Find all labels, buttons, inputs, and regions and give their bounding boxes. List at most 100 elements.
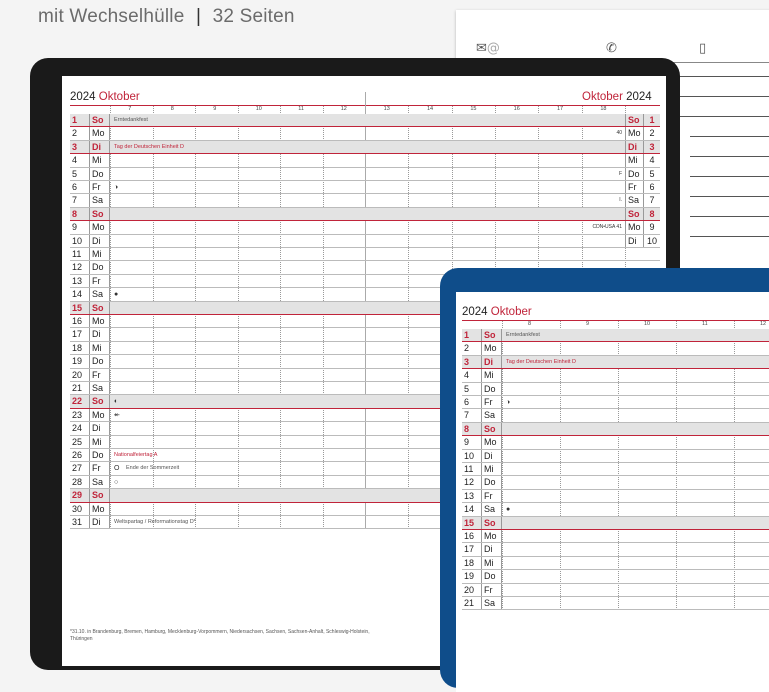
day-number: 23 (70, 408, 90, 422)
month-label: Oktober (490, 306, 532, 318)
day-number: 31 (70, 516, 90, 529)
contact-ruled-line (690, 216, 769, 217)
year-label: 2024 (626, 91, 652, 103)
weekday: Di (90, 140, 110, 154)
footnote: *31.10. in Brandenburg, Bremen, Hamburg,… (70, 629, 370, 642)
weekday: Do (90, 449, 110, 462)
year-label: 2024 (70, 91, 96, 103)
weekday: Mi (90, 435, 110, 448)
contact-ruled-line (690, 196, 769, 197)
day-number: 1 (70, 114, 90, 127)
weekday: Di (90, 234, 110, 247)
day-number: 19 (70, 355, 90, 368)
day-row: 1 So Erntedankfest So 1 (70, 114, 660, 128)
day-row: 4 Mi (462, 369, 769, 383)
day-row: 12 Do (462, 476, 769, 490)
weekday: Sa (90, 382, 110, 395)
hour-label: 8 (170, 106, 174, 112)
day-number-right: 6 (643, 181, 660, 194)
day-number: 21 (462, 597, 482, 610)
weekday-right: Sa (625, 194, 643, 207)
day-number-right: 2 (643, 127, 660, 140)
week-marker: F (618, 170, 622, 177)
weekday: Sa (482, 503, 502, 516)
day-number: 15 (462, 516, 482, 529)
tablet-blue: 2024 Oktober 8 9 10 11 12 1 So Erntedankfest 2 Mo… (440, 268, 769, 692)
day-row: 3 Di Tag der Deutschen Einheit D Di 3 (70, 140, 660, 155)
weekday: So (90, 301, 110, 314)
weekday: Fr (90, 368, 110, 381)
title-separator: | (195, 6, 202, 27)
right-month-title: Oktober 2024 (582, 91, 652, 103)
day-number: 11 (462, 463, 482, 476)
day-number: 3 (70, 140, 90, 154)
hour-label: 16 (513, 106, 520, 112)
contact-header: ✉@ ✆ ▯ (456, 10, 769, 63)
weekday: Do (90, 167, 110, 180)
weekday: So (90, 114, 110, 127)
moon-symbol: ○ (114, 478, 119, 486)
weekday: So (482, 516, 502, 529)
pages-text: 32 Seiten (212, 6, 295, 27)
weekday: Mo (90, 315, 110, 328)
moon-symbol: ● (506, 506, 511, 514)
weekday: Mo (90, 408, 110, 422)
day-row: 5 Do Do 5 F (70, 167, 660, 181)
day-row: 13 Fr (462, 489, 769, 504)
contact-ruled-line (690, 136, 769, 137)
day-number: 22 (70, 395, 90, 408)
weekday: Do (482, 570, 502, 583)
mobile-icon: ▯ (699, 41, 707, 56)
day-number: 13 (462, 489, 482, 503)
weekday: Mo (90, 502, 110, 515)
week-marker: CDN•USA 41 (592, 224, 622, 231)
day-number: 14 (462, 503, 482, 516)
day-number: 12 (462, 476, 482, 489)
weekday-right: So (625, 114, 643, 127)
weekday: Sa (90, 288, 110, 301)
day-row: 14 Sa ● (462, 503, 769, 517)
day-number: 21 (70, 382, 90, 395)
day-number: 1 (462, 329, 482, 342)
day-row: 7 Sa Sa 7 I. (70, 194, 660, 208)
day-number: 19 (462, 570, 482, 583)
day-row: 9 Mo Mo 9 CDN•USA 41 (70, 221, 660, 235)
mail-icon: ✉@ (476, 41, 500, 56)
day-row: 1 So Erntedankfest (462, 329, 769, 343)
hour-label: 15 (470, 106, 477, 112)
hour-label: 11 (298, 106, 304, 112)
hour-label: 12 (340, 106, 347, 112)
weekday: Mi (482, 556, 502, 570)
day-number: 8 (462, 422, 482, 436)
day-number: 5 (70, 167, 90, 180)
weekday: Fr (482, 396, 502, 409)
day-number-right: 3 (643, 140, 660, 154)
event-label: Erntedankfest (114, 117, 148, 123)
day-row: 10 Di Di 10 (70, 234, 660, 248)
moon-symbol: ◑ (506, 399, 511, 406)
weekday: Di (482, 543, 502, 556)
day-row: 8 So So 8 (70, 207, 660, 222)
day-number: 18 (462, 556, 482, 570)
day-row: 16 Mo (462, 530, 769, 544)
hour-label: 12 (760, 321, 767, 327)
weekday: Mi (482, 463, 502, 476)
day-number: 6 (462, 396, 482, 409)
day-number: 15 (70, 301, 90, 314)
day-row: 10 Di (462, 449, 769, 463)
hour-label: 14 (427, 106, 434, 112)
weekday: Do (90, 261, 110, 274)
weekday: Fr (90, 181, 110, 194)
weekday: So (482, 422, 502, 436)
day-number: 4 (462, 369, 482, 382)
day-number: 17 (462, 543, 482, 556)
day-number: 4 (70, 154, 90, 167)
week-marker: 40 (616, 130, 622, 137)
moon-symbol: ● (114, 291, 119, 299)
weekday: Do (90, 355, 110, 368)
hour-label: 8 (528, 321, 532, 327)
hour-label: 7 (128, 106, 132, 112)
day-row: 15 So (462, 516, 769, 530)
event-label: Tag der Deutschen Einheit D (114, 143, 185, 150)
month-title: 2024 Oktober (462, 306, 532, 318)
